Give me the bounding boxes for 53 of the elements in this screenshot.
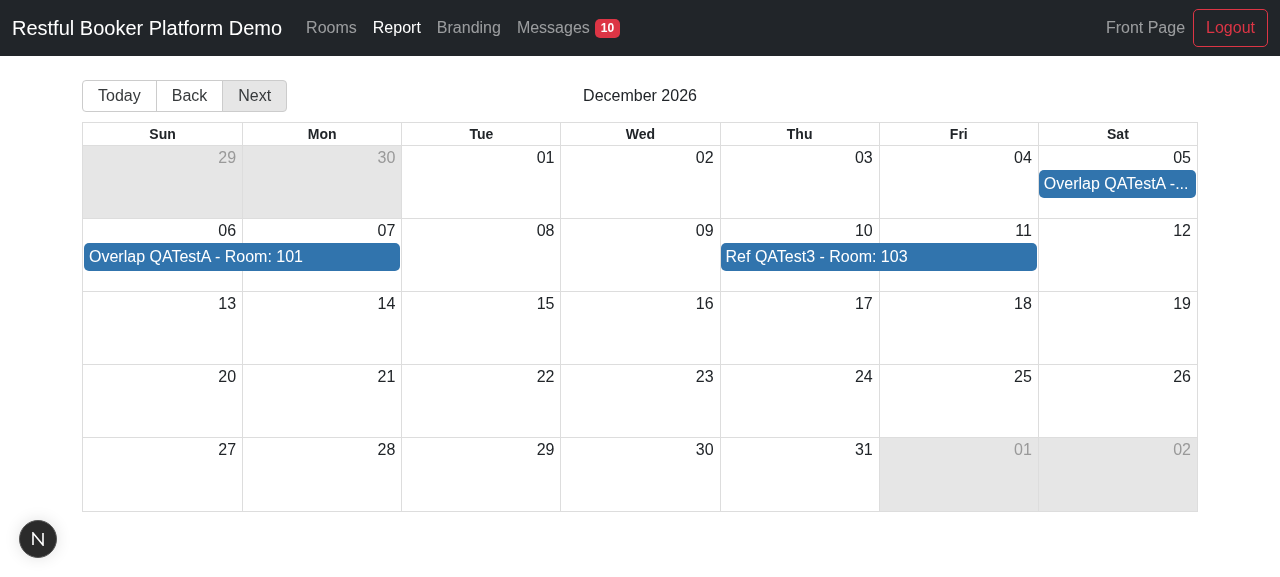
weekday-header: Sun [149,124,176,144]
date-number[interactable]: 14 [377,294,396,314]
date-number[interactable]: 10 [854,221,873,241]
date-number[interactable]: 07 [377,221,396,241]
date-number[interactable]: 31 [854,440,873,460]
date-number[interactable]: 27 [218,440,237,460]
nav-link[interactable]: Messages 10 [516,16,621,40]
date-number[interactable]: 11 [1015,221,1032,241]
date-number[interactable]: 30 [695,440,714,460]
date-number[interactable]: 02 [695,148,714,168]
count-badge: 10 [594,18,621,38]
date-number[interactable]: 24 [854,367,873,387]
nav-link[interactable]: Report [372,16,421,40]
weekday-header: Wed [625,124,656,144]
logo-badge-icon[interactable] [19,520,57,558]
date-number[interactable]: 05 [1173,148,1191,168]
date-number[interactable]: 04 [1014,148,1032,168]
date-number[interactable]: 25 [1014,367,1032,387]
date-number[interactable]: 19 [1173,294,1191,314]
weekday-header: Fri [949,124,968,144]
date-number[interactable]: 17 [854,294,873,314]
date-number[interactable]: 29 [536,440,555,460]
event-bar[interactable]: Ref QATest3 - Room: 103 [720,243,1037,271]
date-number[interactable]: 21 [377,367,396,387]
weekday-header: Tue [469,124,494,144]
nav-link[interactable]: Rooms [306,16,357,40]
date-number[interactable]: 12 [1173,221,1191,241]
front-page-link[interactable]: Front Page [1105,16,1186,40]
date-number[interactable]: 22 [536,367,555,387]
event-bar[interactable]: Overlap QATestA - Room: 101 [84,243,401,271]
date-number[interactable]: 26 [1173,367,1191,387]
date-number[interactable]: 13 [218,294,237,314]
toolbar-button[interactable]: Back [155,80,224,112]
date-number[interactable]: 16 [695,294,714,314]
date-number[interactable]: 20 [218,367,237,387]
date-number[interactable]: 03 [854,148,873,168]
date-number[interactable]: 01 [536,148,555,168]
month-title: December 2026 [583,86,697,106]
date-number[interactable]: 06 [218,221,237,241]
date-number[interactable]: 23 [695,367,714,387]
date-number[interactable]: 15 [536,294,555,314]
brand-title[interactable]: Restful Booker Platform Demo [12,13,283,43]
date-number[interactable]: 28 [377,440,396,460]
event-bar[interactable]: Overlap QATestA -... [1038,170,1196,198]
weekday-header: Thu [786,124,813,144]
weekday-header: Sat [1107,124,1129,144]
date-number[interactable]: 09 [695,221,714,241]
date-number[interactable]: 08 [536,221,555,241]
toolbar-button[interactable]: Next [222,80,288,112]
date-number[interactable]: 18 [1014,294,1032,314]
weekday-header: Mon [307,124,337,144]
toolbar-button[interactable]: Today [82,80,157,112]
nav-link[interactable]: Branding [436,16,501,40]
